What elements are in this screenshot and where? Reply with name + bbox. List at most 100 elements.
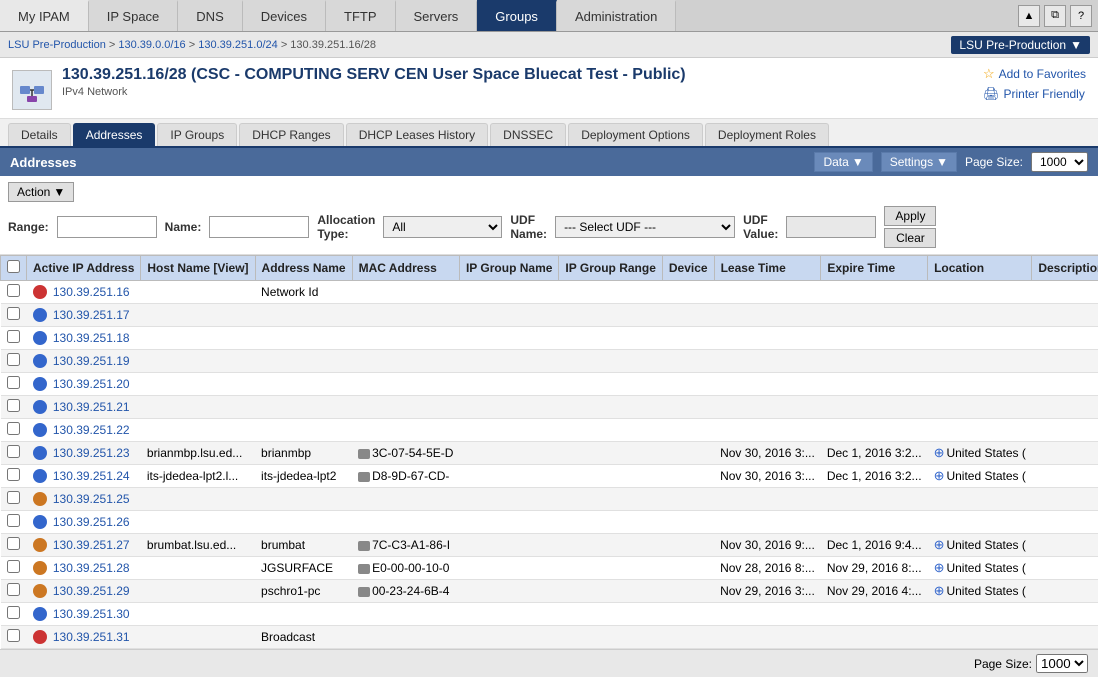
nav-icon-help[interactable]: ? — [1070, 5, 1092, 27]
cell-expire-time — [821, 281, 928, 304]
range-label: Range: — [8, 220, 49, 234]
ip-address-link[interactable]: 130.39.251.23 — [53, 446, 130, 460]
ip-address-link[interactable]: 130.39.251.22 — [53, 423, 130, 437]
star-icon: ☆ — [983, 66, 995, 82]
page-header-actions: ☆ Add to Favorites 🖨 Printer Friendly — [983, 66, 1086, 102]
table-row: 130.39.251.27 brumbat.lsu.ed... brumbat … — [1, 534, 1098, 557]
tab-groups[interactable]: Groups — [477, 0, 557, 31]
ip-address-link[interactable]: 130.39.251.30 — [53, 607, 130, 621]
tab-dhcp-leases-history[interactable]: DHCP Leases History — [346, 123, 488, 146]
udf-value-input[interactable] — [786, 216, 876, 238]
addresses-table: Active IP Address Host Name [View] Addre… — [0, 255, 1098, 649]
breadcrumb-env[interactable]: LSU Pre-Production — [8, 39, 106, 51]
page-size-select[interactable]: 1000 — [1031, 152, 1088, 172]
footer-page-size-label: Page Size: — [974, 657, 1032, 671]
breadcrumb-level2[interactable]: 130.39.251.0/24 — [198, 39, 278, 51]
ip-address-link[interactable]: 130.39.251.29 — [53, 584, 130, 598]
data-button[interactable]: Data ▼ — [814, 152, 872, 172]
ip-address-link[interactable]: 130.39.251.27 — [53, 538, 130, 552]
page-subtitle: IPv4 Network — [62, 86, 973, 98]
ip-address-link[interactable]: 130.39.251.20 — [53, 377, 130, 391]
breadcrumb-level1[interactable]: 130.39.0.0/16 — [118, 39, 185, 51]
apply-button[interactable]: Apply — [884, 206, 936, 226]
tab-servers[interactable]: Servers — [396, 0, 478, 31]
tab-dhcp-ranges[interactable]: DHCP Ranges — [239, 123, 343, 146]
cell-expire-time — [821, 626, 928, 649]
cell-ip-group-range — [559, 281, 662, 304]
cell-device — [662, 626, 714, 649]
row-checkbox[interactable] — [7, 445, 20, 458]
ip-address-link[interactable]: 130.39.251.18 — [53, 331, 130, 345]
tab-dnssec[interactable]: DNSSEC — [490, 123, 566, 146]
footer-page-size-select[interactable]: 1000 — [1036, 654, 1088, 673]
tab-deployment-options[interactable]: Deployment Options — [568, 123, 703, 146]
row-checkbox[interactable] — [7, 560, 20, 573]
cell-ip: 130.39.251.22 — [27, 419, 141, 442]
row-checkbox[interactable] — [7, 399, 20, 412]
tab-my-ipam[interactable]: My IPAM — [0, 0, 89, 31]
section-header: Addresses Data ▼ Settings ▼ Page Size: 1… — [0, 148, 1098, 176]
action-dropdown-button[interactable]: Action ▼ — [8, 182, 74, 202]
name-input[interactable] — [209, 216, 309, 238]
ip-address-link[interactable]: 130.39.251.17 — [53, 308, 130, 322]
ip-address-link[interactable]: 130.39.251.25 — [53, 492, 130, 506]
printer-friendly-link[interactable]: 🖨 Printer Friendly — [983, 86, 1085, 102]
allocation-type-select[interactable]: All Static DHCP Reserved DHCP Allocated — [383, 216, 502, 238]
row-checkbox[interactable] — [7, 537, 20, 550]
table-row: 130.39.251.16 Network Id — [1, 281, 1098, 304]
tab-dns[interactable]: DNS — [178, 0, 242, 31]
settings-button[interactable]: Settings ▼ — [881, 152, 957, 172]
row-checkbox[interactable] — [7, 422, 20, 435]
row-checkbox[interactable] — [7, 330, 20, 343]
ip-address-link[interactable]: 130.39.251.21 — [53, 400, 130, 414]
tab-deployment-roles[interactable]: Deployment Roles — [705, 123, 829, 146]
nav-icon-window[interactable]: ⧉ — [1044, 5, 1066, 27]
tab-ip-space[interactable]: IP Space — [89, 0, 179, 31]
row-checkbox[interactable] — [7, 353, 20, 366]
cell-location: ⊕United States ( — [928, 557, 1032, 580]
add-to-favorites-link[interactable]: ☆ Add to Favorites — [983, 66, 1086, 82]
udf-name-select[interactable]: --- Select UDF --- — [555, 216, 735, 238]
env-selector[interactable]: LSU Pre-Production ▼ — [951, 36, 1090, 54]
row-checkbox[interactable] — [7, 606, 20, 619]
cell-description — [1032, 488, 1098, 511]
cell-address-name — [255, 419, 352, 442]
range-input[interactable] — [57, 216, 157, 238]
table-row: 130.39.251.19 — [1, 350, 1098, 373]
row-checkbox[interactable] — [7, 583, 20, 596]
col-device: Device — [662, 256, 714, 281]
ip-address-link[interactable]: 130.39.251.31 — [53, 630, 130, 644]
clear-button[interactable]: Clear — [884, 228, 936, 248]
row-checkbox[interactable] — [7, 491, 20, 504]
row-checkbox[interactable] — [7, 376, 20, 389]
row-checkbox[interactable] — [7, 468, 20, 481]
tab-administration[interactable]: Administration — [557, 0, 676, 31]
tab-addresses[interactable]: Addresses — [73, 123, 156, 146]
ip-address-link[interactable]: 130.39.251.19 — [53, 354, 130, 368]
col-expire-time: Expire Time — [821, 256, 928, 281]
nav-icon-up[interactable]: ▲ — [1018, 5, 1040, 27]
cell-address-name — [255, 327, 352, 350]
cell-expire-time: Dec 1, 2016 3:2... — [821, 442, 928, 465]
col-description: Description — [1032, 256, 1098, 281]
row-checkbox[interactable] — [7, 307, 20, 320]
ip-address-link[interactable]: 130.39.251.28 — [53, 561, 130, 575]
cell-description — [1032, 580, 1098, 603]
cell-description — [1032, 419, 1098, 442]
cell-device — [662, 304, 714, 327]
cell-address-name: Network Id — [255, 281, 352, 304]
ip-address-link[interactable]: 130.39.251.16 — [53, 285, 130, 299]
row-checkbox[interactable] — [7, 514, 20, 527]
table-row: 130.39.251.26 — [1, 511, 1098, 534]
tab-tftp[interactable]: TFTP — [326, 0, 396, 31]
select-all-checkbox[interactable] — [7, 260, 20, 273]
cell-expire-time: Dec 1, 2016 3:2... — [821, 465, 928, 488]
tab-details[interactable]: Details — [8, 123, 71, 146]
ip-address-link[interactable]: 130.39.251.24 — [53, 469, 130, 483]
tab-devices[interactable]: Devices — [243, 0, 326, 31]
tab-ip-groups[interactable]: IP Groups — [157, 123, 237, 146]
ip-address-link[interactable]: 130.39.251.26 — [53, 515, 130, 529]
cell-mac — [352, 488, 459, 511]
cell-ip-group-range — [559, 350, 662, 373]
row-checkbox[interactable] — [7, 284, 20, 297]
